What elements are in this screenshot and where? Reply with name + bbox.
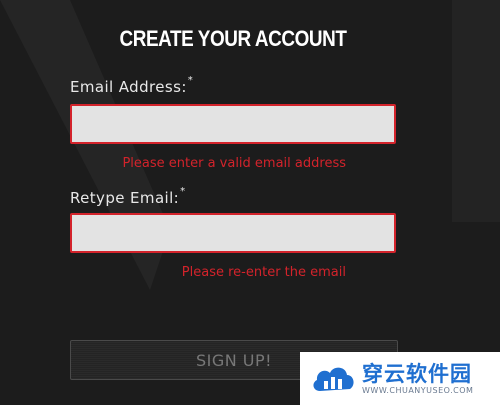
watermark-cn-text: 穿云软件园 [362,362,472,386]
watermark: 穿云软件园 WWW.CHUANYUSEO.COM [300,352,500,405]
email-field[interactable] [70,104,396,144]
create-account-form: CREATE YOUR ACCOUNT Email Address:* Plea… [0,0,500,405]
page-title: CREATE YOUR ACCOUNT [119,26,347,51]
required-asterisk: * [187,75,194,86]
watermark-en-text: WWW.CHUANYUSEO.COM [362,386,474,395]
retype-email-label: Retype Email:* [70,186,186,207]
retype-email-field[interactable] [70,213,396,253]
watermark-text: 穿云软件园 WWW.CHUANYUSEO.COM [362,362,473,395]
cloud-logo-icon [313,367,354,391]
email-label: Email Address:* [70,75,194,96]
retype-email-error-message: Please re-enter the email [181,265,346,280]
email-error-message: Please enter a valid email address [122,156,346,171]
retype-email-label-text: Retype Email: [70,189,180,207]
required-asterisk: * [180,186,186,197]
email-label-text: Email Address: [70,78,187,96]
